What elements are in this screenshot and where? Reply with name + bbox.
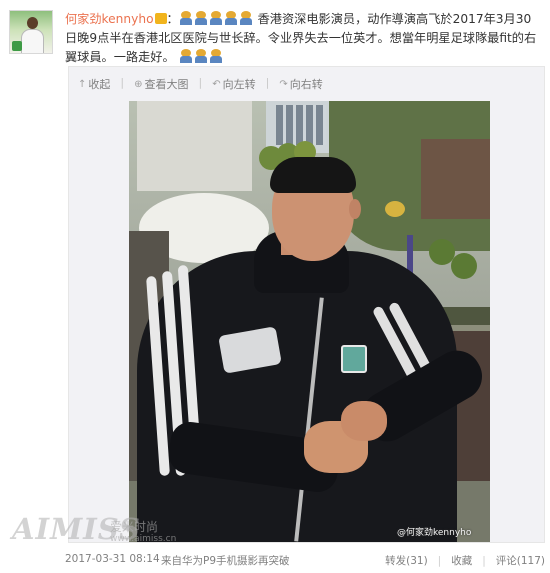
action-divider: | — [482, 554, 486, 567]
photo-hair — [270, 157, 356, 193]
site-watermark-url: www.aimiss.cn — [110, 534, 177, 544]
pray-emoji-icon — [179, 11, 193, 25]
comment-button[interactable]: 评论(117) — [496, 553, 545, 568]
post-footer: 2017-03-31 08:14 来自华为P9手机摄影再突破 转发(31) | … — [65, 553, 545, 569]
pray-emoji-icon — [209, 11, 223, 25]
photo-credit-watermark: @何家劲kennyho — [397, 528, 472, 538]
author-avatar[interactable] — [9, 10, 53, 54]
avatar-body — [21, 29, 44, 53]
verified-vip-icon[interactable] — [154, 13, 167, 24]
post-photo[interactable]: @何家劲kennyho — [129, 101, 490, 542]
pray-emoji-icon — [179, 49, 193, 63]
rotate-right-label: 向右转 — [289, 78, 323, 91]
image-toolbar: ↑ 收起 | ⊕ 查看大图 | ↶ 向左转 | ↷ 向右转 — [78, 76, 333, 92]
action-divider: | — [437, 554, 442, 567]
pray-emoji-icon — [239, 11, 253, 25]
photo-ear — [349, 199, 361, 219]
post-text-block: 何家劲kennyho： 香港资深电影演员，动作導演高飞於2017年3月30日晚9… — [65, 11, 537, 64]
post-timestamp-link[interactable]: 2017-03-31 08:14 — [65, 553, 160, 565]
post-actions: 转发(31) | 收藏 | 评论(117) — [385, 553, 545, 568]
rotate-right-button[interactable]: ↷ 向右转 — [279, 76, 322, 92]
rotate-left-button[interactable]: ↶ 向左转 — [212, 76, 255, 92]
arrow-up-icon: ↑ — [78, 78, 87, 90]
pray-emoji-icon — [194, 11, 208, 25]
pray-emoji-icon — [194, 49, 208, 63]
rotate-left-icon: ↶ — [212, 78, 221, 90]
repost-button[interactable]: 转发(31) — [385, 553, 428, 568]
toolbar-divider: | — [265, 76, 270, 89]
media-panel: ↑ 收起 | ⊕ 查看大图 | ↶ 向左转 | ↷ 向右转 @何家劲kennyh… — [68, 66, 545, 543]
rotate-left-label: 向左转 — [222, 78, 256, 91]
photo-windows — [276, 105, 326, 145]
avatar-head — [27, 17, 38, 29]
view-large-label: 查看大图 — [144, 78, 189, 91]
photo-flowers — [385, 201, 405, 217]
pray-emoji-icon — [224, 11, 238, 25]
photo-bush — [451, 253, 477, 279]
toolbar-divider: | — [120, 76, 125, 89]
post-source-link[interactable]: 来自华为P9手机摄影再突破 — [161, 553, 290, 568]
collapse-label: 收起 — [88, 78, 111, 91]
site-watermark: AIMISS 爱米时尚 www.aimiss.cn — [12, 512, 182, 556]
avatar-badge — [12, 41, 22, 51]
view-large-button[interactable]: ⊕ 查看大图 — [134, 76, 188, 92]
magnify-icon: ⊕ — [134, 78, 143, 90]
collapse-button[interactable]: ↑ 收起 — [78, 76, 110, 92]
post-content: 何家劲kennyho： 香港资深电影演员，动作導演高飞於2017年3月30日晚9… — [65, 10, 543, 67]
author-name-link[interactable]: 何家劲kennyho — [65, 12, 154, 26]
toolbar-divider: | — [198, 76, 203, 89]
pray-emoji-icon — [209, 49, 223, 63]
photo-building — [137, 101, 252, 191]
photo-roof — [421, 139, 490, 219]
photo-jacket-badge — [341, 345, 367, 373]
favorite-button[interactable]: 收藏 — [451, 553, 472, 568]
site-watermark-brand-cn: 爱米时尚 — [110, 520, 159, 534]
photo-hand — [341, 401, 387, 441]
rotate-right-icon: ↷ — [279, 78, 288, 90]
